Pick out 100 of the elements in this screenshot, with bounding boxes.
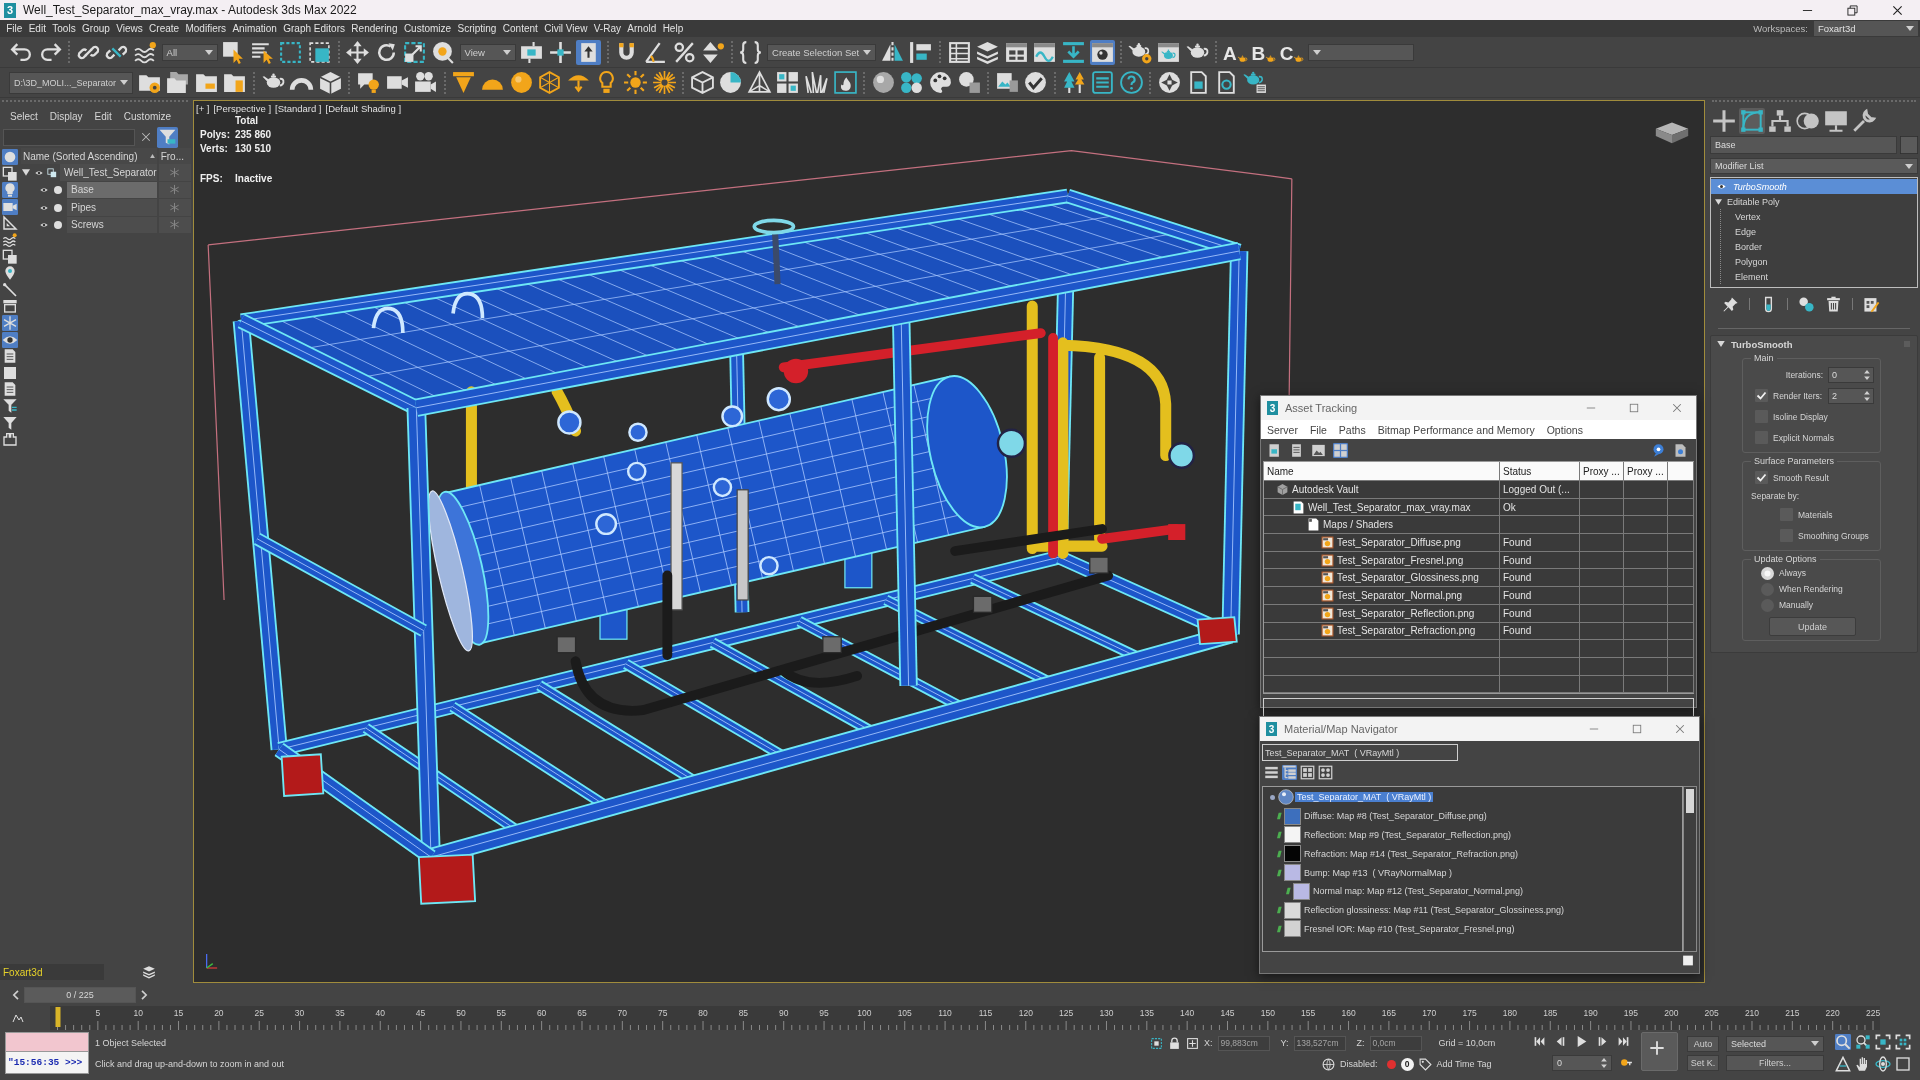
object-name-field[interactable]: Base — [1710, 136, 1897, 154]
asset-name[interactable]: Test_Separator_Refraction.png — [1337, 625, 1476, 637]
viewport-label[interactable]: [Default Shading ] — [325, 103, 402, 114]
previous-frame-icon[interactable] — [1554, 1035, 1567, 1049]
material-name-field[interactable]: Test_Separator_MAT ( VRayMtl ) — [1262, 744, 1458, 761]
small-image-icon[interactable] — [1311, 442, 1326, 458]
folders-icon[interactable] — [165, 70, 191, 95]
menu-item[interactable]: Paths — [1338, 423, 1366, 436]
time-slider-handle[interactable]: 0 / 225 — [24, 987, 136, 1003]
modifier-list-dropdown[interactable]: Modifier List — [1710, 158, 1918, 174]
layer-field[interactable]: Foxart3d — [0, 964, 104, 980]
configure-icon[interactable] — [1863, 295, 1880, 313]
layers-icon[interactable] — [975, 39, 1001, 65]
render-preset-button[interactable]: A — [1223, 39, 1248, 65]
dot-icon[interactable] — [54, 221, 62, 230]
lock-icon[interactable] — [1168, 1036, 1181, 1050]
globe-icon[interactable] — [1322, 1057, 1335, 1071]
orbit-icon[interactable] — [1875, 1056, 1891, 1072]
record-dot-icon[interactable] — [1386, 1059, 1396, 1069]
viewport-label[interactable]: [Perspective ] — [213, 103, 272, 114]
sphere-icon[interactable] — [508, 70, 534, 95]
asset-name[interactable]: Test_Separator_Glossiness.png — [1337, 572, 1479, 584]
shaded-sphere-icon[interactable] — [870, 70, 896, 95]
sub-object-item[interactable]: Edge — [1721, 224, 1917, 239]
eye-icon[interactable] — [38, 203, 50, 212]
teapot-list-icon[interactable] — [1242, 70, 1268, 95]
up-arrow-square-icon[interactable] — [576, 39, 602, 65]
layers-icon[interactable] — [142, 965, 156, 979]
asset-name[interactable]: Maps / Shaders — [1323, 519, 1394, 531]
menu-item[interactable]: Modifiers — [182, 23, 230, 34]
coordinate-field[interactable]: 138,527cm — [1293, 1035, 1346, 1051]
wave-lines-icon[interactable] — [2, 231, 18, 248]
material-tree-item[interactable]: Test_Separator_MAT ( VRayMtl ) — [1295, 792, 1434, 803]
list-view-icon[interactable] — [1264, 764, 1279, 780]
menu-item[interactable]: Graph Editors — [280, 23, 349, 34]
script-output-field[interactable]: "15:56:35 >>> — [5, 1052, 89, 1074]
eye-icon[interactable] — [38, 186, 50, 195]
move-icon[interactable] — [345, 39, 371, 65]
square-icon[interactable] — [1681, 954, 1695, 967]
menu-item[interactable]: Scripting — [454, 23, 500, 34]
palette-icon[interactable] — [928, 70, 954, 95]
hierarchy-icon[interactable] — [1767, 108, 1793, 134]
pin-icon[interactable] — [1722, 295, 1739, 313]
grid-icon[interactable] — [775, 70, 801, 95]
small-list-icon[interactable] — [1289, 442, 1304, 458]
snowflake-icon[interactable] — [2, 314, 18, 331]
timeline-ruler[interactable]: 5 10 15 20 25 30 35 40 45 50 55 60 65 70 75 80 85 90 95 100 105 110 115 120 125 130 135 140 145 150 155 160 165 170 175 180 185 190 195 200 205 210 215 220 225 — [50, 1005, 1880, 1030]
current-frame-marker[interactable] — [55, 1006, 60, 1027]
material-tree-item[interactable]: Diffuse: Map #8 (Test_Separator_Diffuse.png) — [1302, 811, 1489, 822]
toolbar-dropdown[interactable]: View — [459, 43, 516, 61]
menu-item[interactable]: File — [3, 23, 26, 34]
menu-item[interactable]: Options — [1546, 423, 1583, 436]
page-icon[interactable] — [2, 348, 18, 365]
freeze-cell[interactable] — [158, 199, 191, 217]
menu-item[interactable]: Content — [499, 23, 541, 34]
menu-item[interactable]: Server — [1267, 423, 1298, 436]
spinner-arrows-icon[interactable] — [1864, 390, 1870, 401]
pyramid-icon[interactable] — [746, 70, 772, 95]
eye-icon[interactable] — [33, 168, 45, 177]
align-icon[interactable] — [908, 39, 934, 65]
menu-item[interactable]: Views — [113, 23, 146, 34]
frame-corners-grid-icon[interactable] — [1895, 1034, 1911, 1050]
dots-cluster-icon[interactable] — [899, 70, 925, 95]
material-tree-item[interactable]: Bump: Map #13 ( VRayNormalMap ) — [1302, 867, 1455, 878]
eye-icon[interactable] — [38, 221, 50, 230]
restore-icon[interactable] — [1847, 4, 1858, 16]
dot-grid-icon[interactable] — [1318, 764, 1333, 780]
radio-button[interactable] — [1761, 566, 1774, 580]
explorer-menu-item[interactable]: Customize — [123, 110, 172, 122]
column-header[interactable]: Proxy ... — [1583, 465, 1620, 477]
help-bubble-icon[interactable] — [1651, 442, 1666, 458]
camera-icon[interactable] — [2, 198, 18, 215]
maximize-icon[interactable] — [1629, 403, 1639, 413]
spinner-field[interactable]: 2 — [1828, 387, 1874, 404]
dashed-rectangle-icon[interactable] — [278, 39, 304, 65]
lightbulb-icon[interactable] — [2, 182, 18, 199]
close-icon[interactable] — [1892, 4, 1903, 16]
asset-name[interactable]: Test_Separator_Reflection.png — [1337, 607, 1475, 619]
explorer-menu-item[interactable]: Edit — [94, 110, 112, 122]
menu-item[interactable]: Create — [145, 23, 183, 34]
tree-item[interactable]: Well_Test_Separator — [60, 164, 157, 182]
grass-icon[interactable] — [804, 70, 830, 95]
coordinate-field[interactable]: 99,883cm — [1217, 1035, 1270, 1051]
coordinate-field[interactable]: 0,0cm — [1369, 1035, 1422, 1051]
tree-item[interactable]: Pipes — [67, 199, 157, 217]
plus-icon[interactable] — [1649, 1040, 1665, 1056]
toolbar-dropdown[interactable]: D:\3D_MOLI..._Separator — [9, 71, 134, 94]
selection-region-icon[interactable] — [1150, 1036, 1163, 1050]
sun-icon[interactable] — [622, 70, 648, 95]
material-tree-item[interactable]: Reflection: Map #9 (Test_Separator_Reflection.png) — [1302, 830, 1514, 840]
asset-name[interactable]: Test_Separator_Diffuse.png — [1337, 536, 1461, 548]
cube-icon[interactable] — [689, 70, 715, 95]
sub-object-item[interactable]: Vertex — [1721, 209, 1917, 224]
menu-item[interactable]: Tools — [49, 23, 79, 34]
overlapping-squares-icon[interactable] — [2, 165, 18, 182]
material-window-icon[interactable] — [1089, 39, 1115, 65]
freeze-cell[interactable] — [158, 164, 191, 182]
plus-icon[interactable] — [1711, 108, 1737, 134]
menu-item[interactable]: Bitmap Performance and Memory — [1377, 423, 1535, 436]
page-icon[interactable] — [2, 381, 18, 398]
